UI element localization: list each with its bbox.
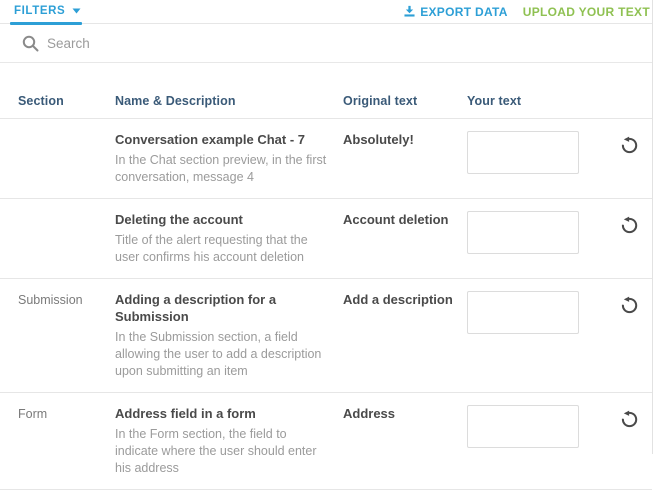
topbar: FILTERS EXPORT DATA UPLOAD YOUR TEXT <box>0 0 652 24</box>
table-row: Deleting the account Title of the alert … <box>0 199 652 279</box>
row-name-description-cell: Adding a description for a Submission In… <box>115 291 343 380</box>
undo-icon <box>620 296 639 315</box>
your-text-input[interactable] <box>467 131 579 174</box>
row-name: Address field in a form <box>115 405 329 422</box>
row-section-label: Submission <box>18 291 115 380</box>
row-action-cell <box>590 211 652 266</box>
table-row: Submission Adding a description for a Su… <box>0 279 652 393</box>
row-your-text-cell <box>467 131 590 186</box>
download-icon <box>403 5 416 18</box>
header-original-text: Original text <box>343 94 467 108</box>
row-action-cell <box>590 291 652 380</box>
row-your-text-cell <box>467 291 590 380</box>
upload-your-text-button[interactable]: UPLOAD YOUR TEXT <box>523 5 650 19</box>
row-name-description-cell: Address field in a form In the Form sect… <box>115 405 343 477</box>
row-section-label <box>18 131 115 186</box>
topbar-actions: EXPORT DATA UPLOAD YOUR TEXT <box>403 5 650 19</box>
export-data-label: EXPORT DATA <box>420 5 508 19</box>
row-original-text: Address <box>343 405 467 477</box>
undo-icon <box>620 136 639 155</box>
undo-button[interactable] <box>620 216 639 235</box>
search-input[interactable] <box>47 36 447 51</box>
filters-dropdown[interactable]: FILTERS <box>14 5 81 19</box>
row-your-text-cell <box>467 211 590 266</box>
undo-button[interactable] <box>620 410 639 429</box>
table-body: Conversation example Chat - 7 In the Cha… <box>0 119 652 490</box>
header-actions <box>590 94 652 108</box>
export-data-button[interactable]: EXPORT DATA <box>403 5 508 19</box>
row-description: In the Chat section preview, in the firs… <box>115 152 329 186</box>
chevron-down-icon <box>72 8 81 14</box>
header-your-text: Your text <box>467 94 590 108</box>
search-bar <box>0 24 652 63</box>
row-your-text-cell <box>467 405 590 477</box>
row-name: Conversation example Chat - 7 <box>115 131 329 148</box>
row-description: Title of the alert requesting that the u… <box>115 232 329 266</box>
undo-icon <box>620 216 639 235</box>
your-text-input[interactable] <box>467 291 579 334</box>
row-original-text: Account deletion <box>343 211 467 266</box>
active-tab-underline <box>10 22 82 25</box>
row-section-label: Form <box>18 405 115 477</box>
undo-button[interactable] <box>620 136 639 155</box>
row-description: In the Submission section, a field allow… <box>115 329 329 380</box>
row-name-description-cell: Deleting the account Title of the alert … <box>115 211 343 266</box>
filters-label: FILTERS <box>14 5 65 17</box>
row-original-text: Absolutely! <box>343 131 467 186</box>
your-text-input[interactable] <box>467 405 579 448</box>
header-name-description: Name & Description <box>115 94 343 108</box>
search-icon <box>22 35 39 52</box>
localization-page: FILTERS EXPORT DATA UPLOAD YOUR TEXT <box>0 0 653 454</box>
row-action-cell <box>590 405 652 477</box>
your-text-input[interactable] <box>467 211 579 254</box>
header-section: Section <box>18 94 115 108</box>
undo-icon <box>620 410 639 429</box>
row-description: In the Form section, the field to indica… <box>115 426 329 477</box>
table-header: Section Name & Description Original text… <box>0 63 652 119</box>
table-row: Form Address field in a form In the Form… <box>0 393 652 490</box>
table-row: Conversation example Chat - 7 In the Cha… <box>0 119 652 199</box>
row-section-label <box>18 211 115 266</box>
row-name: Deleting the account <box>115 211 329 228</box>
row-action-cell <box>590 131 652 186</box>
row-name: Adding a description for a Submission <box>115 291 329 325</box>
upload-your-text-label: UPLOAD YOUR TEXT <box>523 5 650 19</box>
undo-button[interactable] <box>620 296 639 315</box>
row-name-description-cell: Conversation example Chat - 7 In the Cha… <box>115 131 343 186</box>
row-original-text: Add a description <box>343 291 467 380</box>
